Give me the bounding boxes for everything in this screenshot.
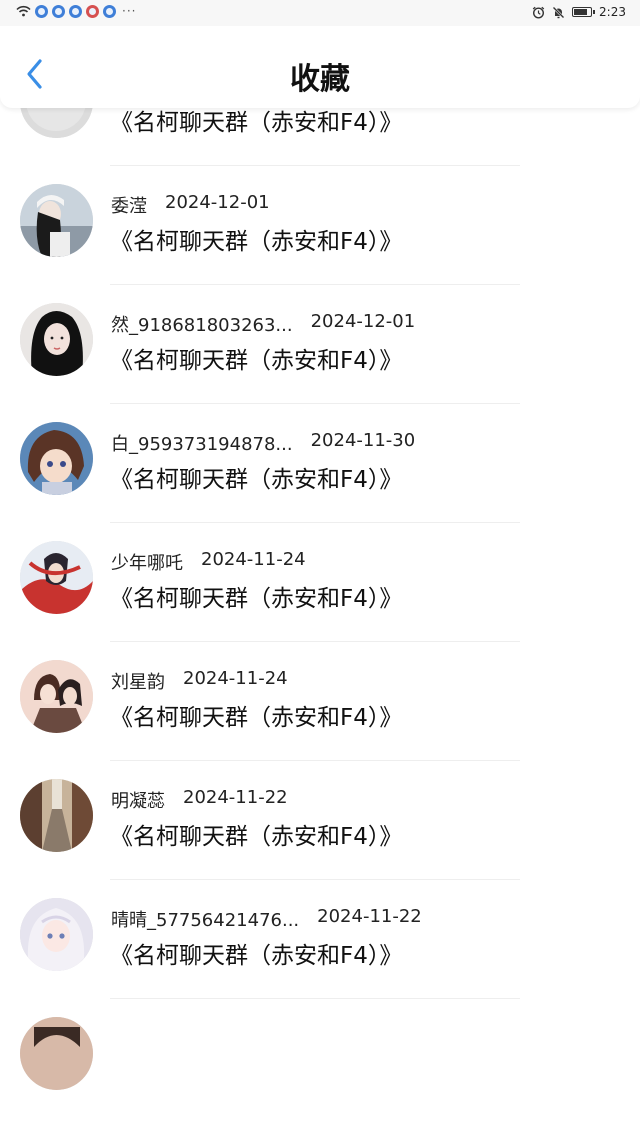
- app-notification-icon: [69, 4, 82, 18]
- list-item[interactable]: 白_959373194878... 2024-11-30 《名柯聊天群（赤安和F…: [0, 422, 640, 541]
- divider: [110, 998, 520, 999]
- item-meta: 明凝蕊 2024-11-22: [111, 787, 288, 813]
- chat-title: 《名柯聊天群（赤安和F4）》: [110, 348, 403, 374]
- chat-title: 《名柯聊天群（赤安和F4）》: [110, 110, 403, 136]
- username: 少年哪吒: [111, 553, 183, 574]
- divider: [110, 403, 520, 404]
- date: 2024-11-22: [183, 787, 288, 808]
- date: 2024-12-01: [310, 311, 416, 332]
- date: 2024-11-22: [317, 906, 422, 927]
- avatar: [20, 898, 93, 971]
- username: 明凝蕊: [111, 791, 165, 812]
- mute-icon: [552, 6, 565, 18]
- chat-title: 《名柯聊天群（赤安和F4）》: [110, 229, 403, 255]
- app-notification-icon: [52, 4, 65, 18]
- list-item[interactable]: 然_918681803263... 2024-12-01 《名柯聊天群（赤安和F…: [0, 303, 640, 422]
- item-meta: 少年哪吒 2024-11-24: [111, 549, 306, 575]
- item-meta: 然_918681803263... 2024-12-01: [111, 311, 415, 337]
- list-item[interactable]: 刘星韵 2024-11-24 《名柯聊天群（赤安和F4）》: [0, 660, 640, 779]
- divider: [110, 522, 520, 523]
- list-item[interactable]: 少年哪吒 2024-11-24 《名柯聊天群（赤安和F4）》: [0, 541, 640, 660]
- username: 然_918681803263...: [111, 315, 293, 336]
- divider: [110, 760, 520, 761]
- list-item[interactable]: 晴晴_57756421476... 2024-11-22 《名柯聊天群（赤安和F…: [0, 898, 640, 1017]
- alarm-icon: [532, 6, 545, 19]
- item-meta: 委滢 2024-12-01: [111, 192, 270, 218]
- clock: 2:23: [599, 5, 626, 19]
- chat-title: 《名柯聊天群（赤安和F4）》: [110, 824, 403, 850]
- date: 2024-11-24: [201, 549, 306, 570]
- more-notifications-indicator: ···: [122, 4, 137, 18]
- app-notification-icon: [35, 4, 48, 18]
- list-item[interactable]: 委滢 2024-12-01 《名柯聊天群（赤安和F4）》: [0, 184, 640, 303]
- username: 晴晴_57756421476...: [111, 910, 300, 931]
- list-item[interactable]: 明凝蕊 2024-11-22 《名柯聊天群（赤安和F4）》: [0, 779, 640, 898]
- avatar: [20, 422, 93, 495]
- chat-title: 《名柯聊天群（赤安和F4）》: [110, 705, 403, 731]
- chat-title: 《名柯聊天群（赤安和F4）》: [110, 943, 403, 969]
- date: 2024-12-01: [165, 192, 270, 213]
- username: 刘星韵: [111, 672, 165, 693]
- divider: [110, 641, 520, 642]
- app-header: 收藏: [0, 26, 640, 108]
- wifi-icon: [16, 5, 31, 17]
- avatar: [20, 779, 93, 852]
- item-meta: 刘星韵 2024-11-24: [111, 668, 288, 694]
- app-notification-icon: [103, 4, 116, 18]
- username: 委滢: [111, 196, 147, 217]
- item-meta: 晴晴_57756421476... 2024-11-22: [111, 906, 422, 932]
- avatar: [20, 184, 93, 257]
- item-meta: 白_959373194878... 2024-11-30: [111, 430, 415, 456]
- avatar: [20, 660, 93, 733]
- date: 2024-11-24: [183, 668, 288, 689]
- page-title: 收藏: [290, 62, 350, 97]
- status-right: 2:23: [532, 5, 626, 19]
- status-bar: ··· 2:23: [0, 0, 640, 26]
- divider: [110, 165, 520, 166]
- battery-fill: [574, 9, 587, 15]
- chat-title: 《名柯聊天群（赤安和F4）》: [110, 467, 403, 493]
- battery-icon: [572, 7, 596, 17]
- list-item[interactable]: [0, 1017, 640, 1136]
- avatar: [20, 303, 93, 376]
- chat-title: 《名柯聊天群（赤安和F4）》: [110, 586, 403, 612]
- avatar: [20, 1017, 93, 1090]
- date: 2024-11-30: [310, 430, 416, 451]
- app-notification-icon: [86, 4, 99, 18]
- divider: [110, 879, 520, 880]
- favorites-list: 《名柯聊天群（赤安和F4）》 委滢 2024-12-01 《名柯聊天群（赤安和F…: [0, 0, 640, 1090]
- avatar: [20, 541, 93, 614]
- status-left: ···: [16, 4, 136, 18]
- username: 白_959373194878...: [111, 434, 293, 455]
- divider: [110, 284, 520, 285]
